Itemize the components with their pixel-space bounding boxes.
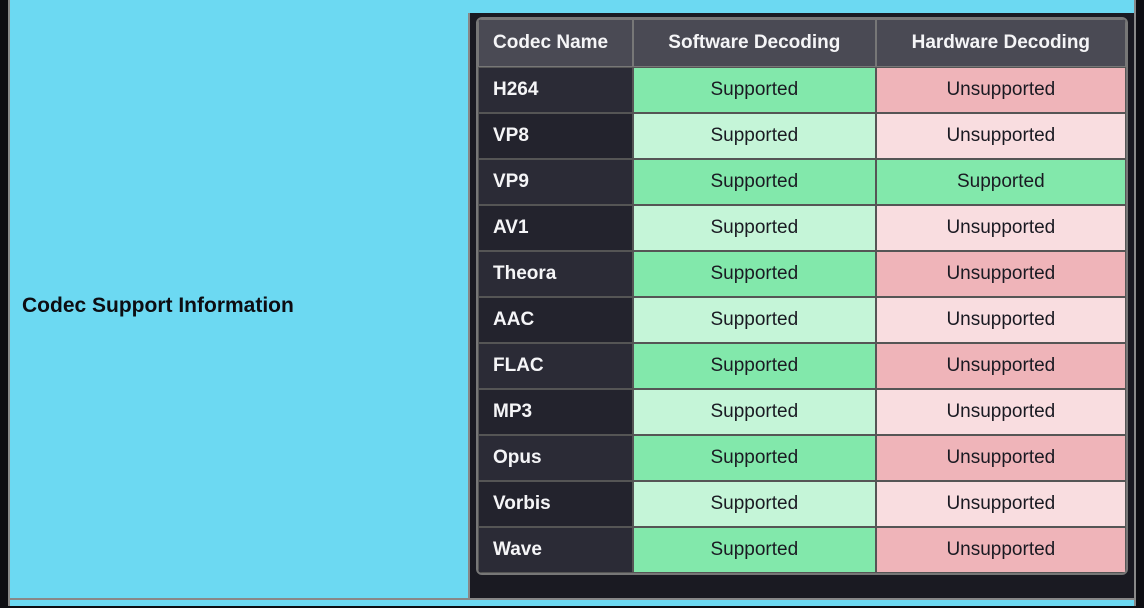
codec-name-cell: AV1 xyxy=(478,205,633,251)
header-software-decoding: Software Decoding xyxy=(633,19,876,67)
codec-name-cell: VP8 xyxy=(478,113,633,159)
codec-support-row: Codec Support Information Codec Name Sof… xyxy=(8,13,1136,598)
software-status-cell: Supported xyxy=(633,159,876,205)
hardware-status-cell: Supported xyxy=(876,159,1126,205)
hardware-status-cell: Unsupported xyxy=(876,527,1126,573)
software-status-cell: Supported xyxy=(633,251,876,297)
codec-name-cell: H264 xyxy=(478,67,633,113)
table-header-row: Codec Name Software Decoding Hardware De… xyxy=(478,19,1126,67)
table-row: H264 Supported Unsupported xyxy=(478,67,1126,113)
software-status-cell: Supported xyxy=(633,435,876,481)
hardware-status-cell: Unsupported xyxy=(876,481,1126,527)
hardware-status-cell: Unsupported xyxy=(876,435,1126,481)
table-row: Theora Supported Unsupported xyxy=(478,251,1126,297)
codec-name-cell: Opus xyxy=(478,435,633,481)
codec-name-cell: MP3 xyxy=(478,389,633,435)
header-codec-name: Codec Name xyxy=(478,19,633,67)
table-row: VP9 Supported Supported xyxy=(478,159,1126,205)
hardware-status-cell: Unsupported xyxy=(876,113,1126,159)
codec-table-body: H264 Supported Unsupported VP8 Supported… xyxy=(478,67,1126,573)
codec-name-cell: VP9 xyxy=(478,159,633,205)
hardware-status-cell: Unsupported xyxy=(876,205,1126,251)
table-row: AV1 Supported Unsupported xyxy=(478,205,1126,251)
hardware-status-cell: Unsupported xyxy=(876,297,1126,343)
table-row: MP3 Supported Unsupported xyxy=(478,389,1126,435)
software-status-cell: Supported xyxy=(633,481,876,527)
bottom-divider xyxy=(8,598,1136,606)
hardware-status-cell: Unsupported xyxy=(876,251,1126,297)
codec-name-cell: FLAC xyxy=(478,343,633,389)
hardware-status-cell: Unsupported xyxy=(876,389,1126,435)
software-status-cell: Supported xyxy=(633,297,876,343)
software-status-cell: Supported xyxy=(633,67,876,113)
software-status-cell: Supported xyxy=(633,389,876,435)
top-divider xyxy=(8,0,1136,13)
codec-name-cell: Vorbis xyxy=(478,481,633,527)
table-row: Opus Supported Unsupported xyxy=(478,435,1126,481)
codec-table-container: Codec Name Software Decoding Hardware De… xyxy=(470,13,1134,598)
codec-name-cell: AAC xyxy=(478,297,633,343)
software-status-cell: Supported xyxy=(633,527,876,573)
hardware-status-cell: Unsupported xyxy=(876,343,1126,389)
table-row: Vorbis Supported Unsupported xyxy=(478,481,1126,527)
table-row: VP8 Supported Unsupported xyxy=(478,113,1126,159)
table-row: Wave Supported Unsupported xyxy=(478,527,1126,573)
codec-table: Codec Name Software Decoding Hardware De… xyxy=(476,17,1128,575)
hardware-status-cell: Unsupported xyxy=(876,67,1126,113)
section-label-cell: Codec Support Information xyxy=(10,13,470,598)
codec-name-cell: Wave xyxy=(478,527,633,573)
table-row: AAC Supported Unsupported xyxy=(478,297,1126,343)
codec-name-cell: Theora xyxy=(478,251,633,297)
table-row: FLAC Supported Unsupported xyxy=(478,343,1126,389)
software-status-cell: Supported xyxy=(633,113,876,159)
software-status-cell: Supported xyxy=(633,343,876,389)
software-status-cell: Supported xyxy=(633,205,876,251)
section-title: Codec Support Information xyxy=(22,294,294,318)
header-hardware-decoding: Hardware Decoding xyxy=(876,19,1126,67)
